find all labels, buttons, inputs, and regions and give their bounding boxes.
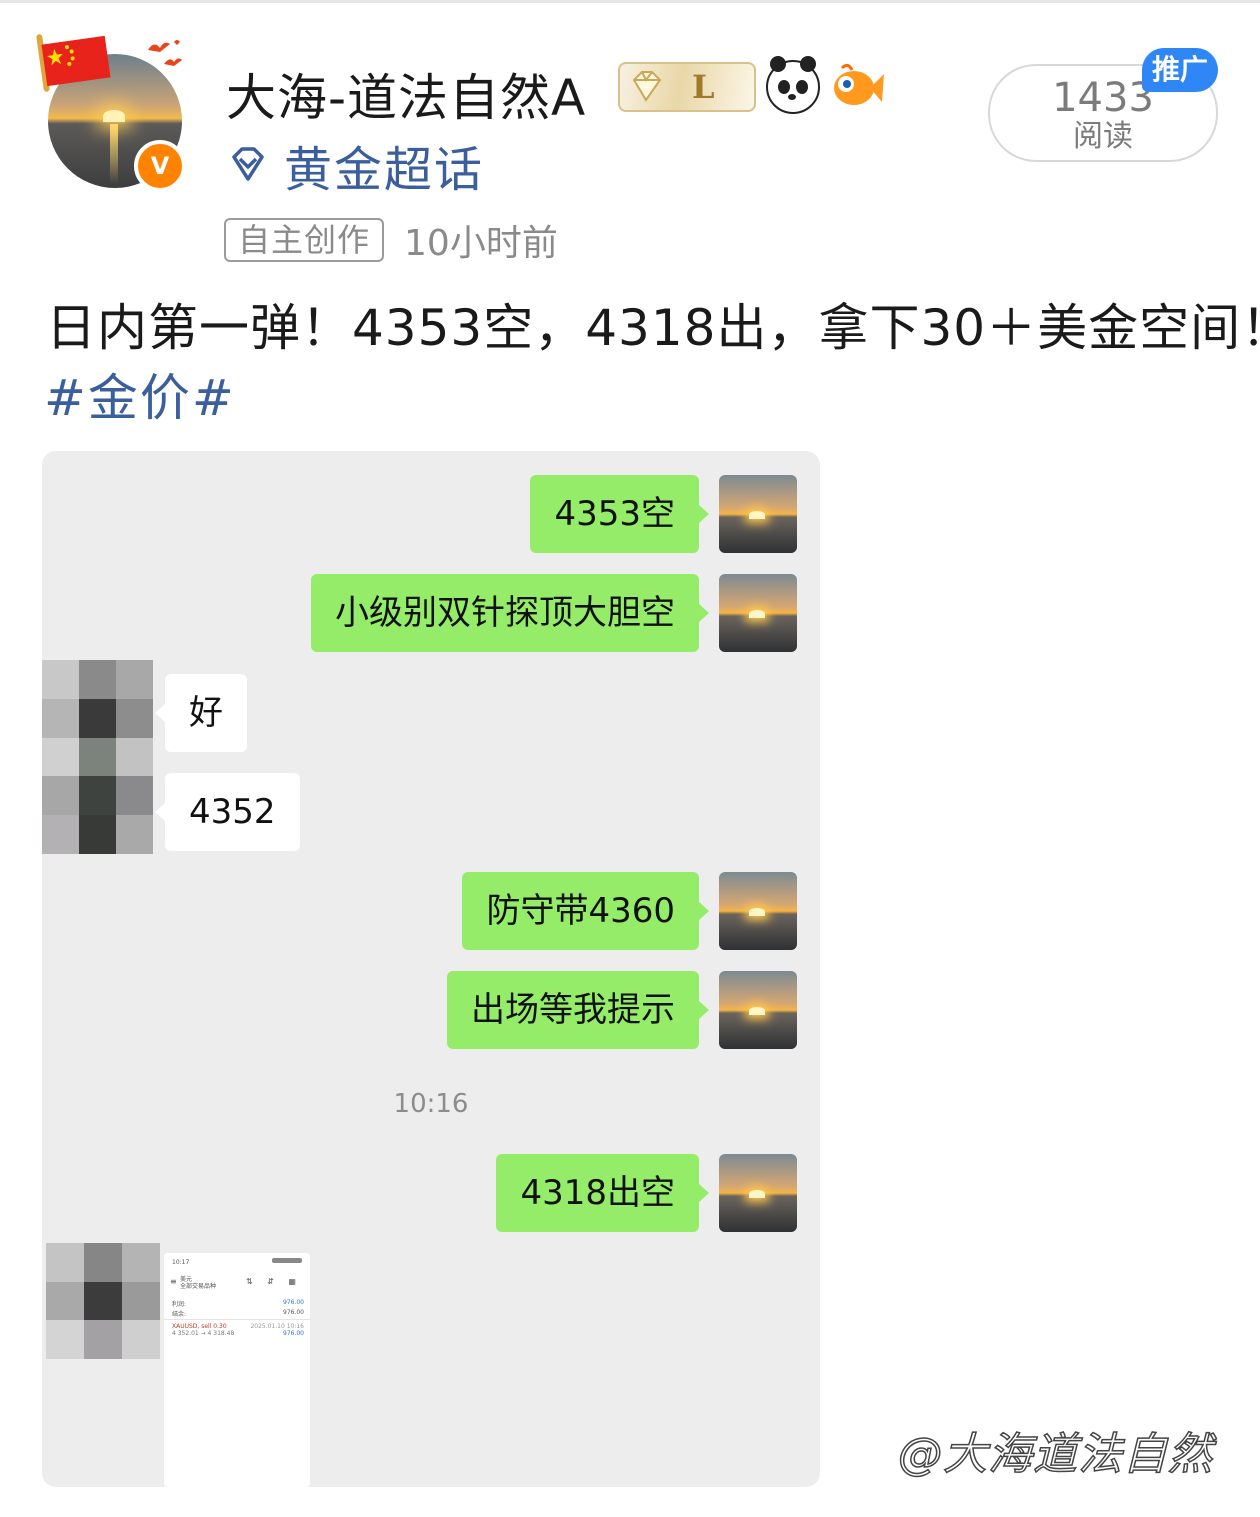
screen-title: 全部交易品种 [180,1283,217,1290]
balance-label: 结余: [172,1311,187,1318]
username[interactable]: 大海-道法自然A [226,58,586,130]
level-badge-icon[interactable]: L [618,62,756,112]
chat-bubble-sent: 小级别双针探顶大胆空 [311,574,709,652]
birds-decoration-icon [148,40,182,66]
toolbar-icons: ⇅ ⇵ ▦ [245,1277,302,1286]
promote-badge[interactable]: 推广 [1142,48,1218,92]
blurred-avatar [42,660,153,854]
profit-value: 976.00 [283,1299,304,1306]
sender-avatar [719,1154,797,1232]
post-meta: 自主创作 10小时前 [224,214,558,266]
blurred-avatar [46,1243,160,1359]
chat-screenshot-image[interactable]: 4353空 小级别双针探顶大胆空 好 4352 防守带4360 出场等我提示 1… [42,451,820,1487]
chat-bubble-sent: 4353空 [530,475,709,553]
post-text: 日内第一弹！4353空，4318出，拿下30＋美金空间！ [46,299,1260,357]
post-time: 10小时前 [404,223,558,264]
chat-bubble-sent: 出场等我提示 [447,971,709,1049]
trade-date: 2025.01.10 10:16 [250,1323,304,1330]
topic-name: 黄金超话 [284,142,485,198]
diamond-icon [232,147,264,181]
balance-value: 976.00 [283,1309,304,1316]
trade-prices: 4 352.01 → 4 318.48 [172,1330,235,1337]
sender-avatar [719,574,797,652]
hashtag-link[interactable]: #金价# [44,358,236,430]
trade-profit: 976.00 [283,1330,304,1337]
panda-icon[interactable] [766,56,820,114]
user-badges: L [618,56,884,114]
trade-screenshot-thumbnail[interactable]: 10:17 ≡ 美元 全部交易品种 ⇅ ⇵ ▦ 利润: 976.00 结余: 9… [164,1253,310,1487]
chat-bubble-received: 好 [155,674,247,752]
watermark: @大海道法自然 [897,1428,1213,1481]
status-time: 10:17 [172,1259,190,1266]
chat-bubble-received: 4352 [155,773,300,851]
chat-bubble-sent: 防守带4360 [462,872,709,950]
top-divider [0,0,1260,3]
chat-bubble-sent: 4318出空 [496,1154,709,1232]
trade-symbol: XAUUSD, sell 0.30 [172,1323,227,1330]
sender-avatar [719,971,797,1049]
fish-icon[interactable] [830,60,884,114]
gem-icon [632,71,662,102]
chat-timestamp: 10:16 [393,1089,469,1119]
read-label: 阅读 [1073,119,1133,154]
status-icons [272,1258,302,1263]
sender-avatar [719,475,797,553]
verified-badge-icon: V [134,140,186,192]
profit-label: 利润: [172,1301,187,1308]
menu-icon: ≡ [170,1277,177,1286]
sender-avatar [719,872,797,950]
supertopic-link[interactable]: 黄金超话 [226,130,484,200]
divider [164,1319,310,1320]
user-avatar[interactable]: V [35,33,194,192]
level-letter: L [692,68,715,106]
original-tag: 自主创作 [224,218,385,262]
china-flag-icon [41,35,111,87]
